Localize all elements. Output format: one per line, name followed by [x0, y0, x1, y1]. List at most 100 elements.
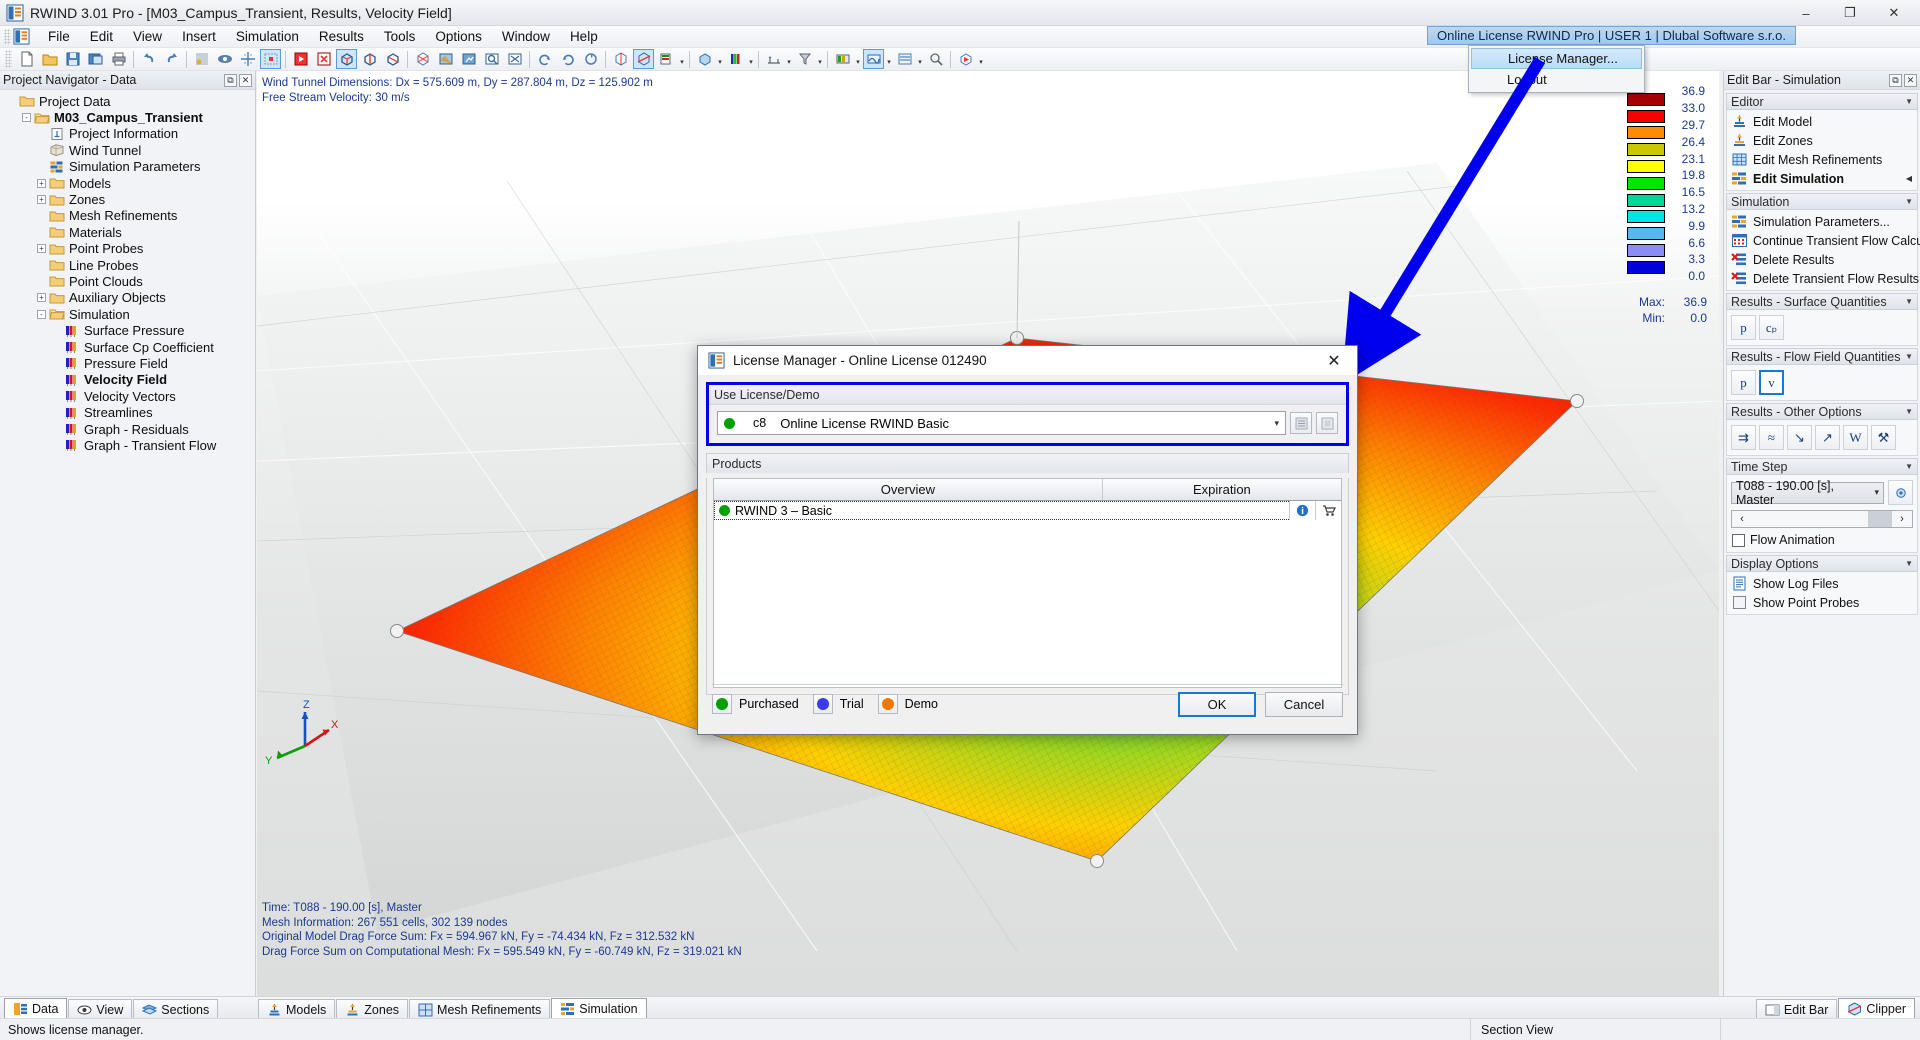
results-colors-dropdown-arrow[interactable]: ▾: [747, 49, 755, 69]
display-style-dropdown-arrow[interactable]: ▾: [716, 49, 724, 69]
group-header-display-options[interactable]: Display Options ▼: [1726, 555, 1918, 572]
product-info-button[interactable]: [1289, 501, 1315, 520]
menu-options[interactable]: Options: [425, 27, 492, 46]
undo-icon[interactable]: [138, 49, 159, 69]
flow-animation-checkbox[interactable]: [1732, 533, 1745, 547]
tree-item-project-data[interactable]: Project Data: [4, 93, 255, 109]
open-file-icon[interactable]: [39, 49, 60, 69]
navigator-pin-button[interactable]: ⧉: [224, 73, 237, 87]
product-cart-button[interactable]: [1315, 501, 1341, 520]
surface-results-dropdown-arrow[interactable]: ▾: [854, 49, 862, 69]
chevron-down-icon[interactable]: ▼: [1905, 297, 1913, 306]
tree-item-streamlines[interactable]: Streamlines: [4, 404, 255, 420]
menu-window[interactable]: Window: [492, 27, 560, 46]
tab-sections[interactable]: Sections: [133, 999, 219, 1019]
redo-icon[interactable]: [161, 49, 182, 69]
chevron-down-icon[interactable]: ▼: [1905, 97, 1913, 106]
animation-dropdown-arrow[interactable]: ▾: [977, 49, 985, 69]
show-model-icon[interactable]: [290, 49, 311, 69]
cancel-button[interactable]: Cancel: [1265, 692, 1343, 717]
chevron-down-icon[interactable]: ▼: [1905, 352, 1913, 361]
edit-bar-item-delete-transient-flow-results[interactable]: Delete Transient Flow Results...: [1727, 269, 1920, 288]
animation-icon[interactable]: [955, 49, 976, 69]
edit-bar-pin-button[interactable]: ⧉: [1889, 73, 1902, 87]
dialog-close-button[interactable]: ✕: [1317, 347, 1351, 375]
save-all-icon[interactable]: [85, 49, 106, 69]
tab-models[interactable]: Models: [258, 999, 336, 1019]
flow-velocity-button[interactable]: v: [1759, 370, 1784, 395]
save-icon[interactable]: [62, 49, 83, 69]
menu-view[interactable]: View: [123, 27, 172, 46]
menu-item-logout[interactable]: Logout: [1471, 69, 1642, 90]
render-icon[interactable]: [458, 49, 479, 69]
time-step-dropdown[interactable]: T088 - 190.00 [s], Master ▾: [1731, 479, 1884, 507]
menu-file[interactable]: File: [38, 27, 80, 46]
view-front-icon[interactable]: [359, 49, 380, 69]
rotate-left-icon[interactable]: [534, 49, 555, 69]
edit-bar-item-show-log-files[interactable]: Show Log Files: [1727, 574, 1917, 593]
color-palette-dropdown-arrow[interactable]: ▾: [678, 49, 686, 69]
view-iso-icon[interactable]: [336, 49, 357, 69]
object-snap-icon[interactable]: [214, 49, 235, 69]
close-button[interactable]: ✕: [1872, 1, 1916, 25]
expand-icon[interactable]: +: [34, 175, 49, 191]
menu-insert[interactable]: Insert: [172, 27, 226, 46]
time-step-thumb[interactable]: [1868, 511, 1892, 527]
group-header-results-flow-field-quantities[interactable]: Results - Flow Field Quantities ▼: [1726, 348, 1918, 365]
menu-results[interactable]: Results: [309, 27, 374, 46]
measure-dropdown-arrow[interactable]: ▾: [785, 49, 793, 69]
chevron-down-icon[interactable]: ▼: [1905, 462, 1913, 471]
tree-item-graph-residuals[interactable]: Graph - Residuals: [4, 421, 255, 437]
flow-pressure-button[interactable]: p: [1731, 370, 1756, 395]
tree-item-velocity-vectors[interactable]: Velocity Vectors: [4, 388, 255, 404]
expand-icon[interactable]: +: [34, 290, 49, 306]
edit-bar-item-simulation-parameters[interactable]: Simulation Parameters...: [1727, 212, 1917, 231]
table-row[interactable]: RWIND 3 – Basic: [714, 501, 1341, 520]
menu-item-license-manager[interactable]: License Manager...: [1471, 48, 1642, 69]
expand-icon[interactable]: +: [34, 241, 49, 257]
select-mode-icon[interactable]: [260, 49, 281, 69]
tree-item-graph-transient-flow[interactable]: Graph - Transient Flow: [4, 437, 255, 453]
tab-mesh-refinements[interactable]: Mesh Refinements: [409, 999, 551, 1019]
chevron-down-icon[interactable]: ▼: [1905, 197, 1913, 206]
graph-transient-button[interactable]: ↗: [1815, 425, 1840, 450]
tab-data[interactable]: Data: [4, 998, 68, 1019]
group-header-editor[interactable]: Editor ▼: [1726, 93, 1918, 110]
time-step-settings-button[interactable]: [1888, 480, 1913, 505]
menu-help[interactable]: Help: [560, 27, 608, 46]
menu-grip[interactable]: [4, 28, 11, 45]
tree-item-mesh-refinements[interactable]: Mesh Refinements: [4, 208, 255, 224]
results-colors-icon[interactable]: [725, 49, 746, 69]
chevron-down-icon[interactable]: ▾: [1274, 418, 1279, 429]
tree-item-point-probes[interactable]: + Point Probes: [4, 241, 255, 257]
wireframe-icon[interactable]: [412, 49, 433, 69]
probe-icon[interactable]: [925, 49, 946, 69]
edit-bar-item-continue-transient-flow-calculat[interactable]: Continue Transient Flow Calculat...: [1727, 231, 1920, 250]
flow-animation-row[interactable]: Flow Animation: [1727, 530, 1917, 550]
tab-simulation[interactable]: Simulation: [551, 998, 647, 1019]
tree-item-surface-cp-coefficient[interactable]: Surface Cp Coefficient: [4, 339, 255, 355]
display-style-icon[interactable]: [694, 49, 715, 69]
hide-model-icon[interactable]: [313, 49, 334, 69]
pressure-p-button[interactable]: p: [1731, 315, 1756, 340]
tree-item-point-clouds[interactable]: Point Clouds: [4, 273, 255, 289]
tab-clipper[interactable]: Clipper: [1838, 998, 1915, 1019]
group-header-results-other-options[interactable]: Results - Other Options ▼: [1726, 403, 1918, 420]
toolbar-grip-1[interactable]: [5, 50, 12, 68]
time-step-next-button[interactable]: ›: [1892, 513, 1912, 525]
tree-item-materials[interactable]: Materials: [4, 224, 255, 240]
tree-item-m03-campus-transient[interactable]: - M03_Campus_Transient: [4, 109, 255, 125]
tree-item-velocity-field[interactable]: Velocity Field: [4, 372, 255, 388]
shaded-icon[interactable]: [435, 49, 456, 69]
minimize-button[interactable]: –: [1784, 1, 1828, 25]
time-step-prev-button[interactable]: ‹: [1732, 513, 1752, 525]
surface-results-icon[interactable]: [832, 49, 853, 69]
tab-view[interactable]: View: [68, 999, 133, 1019]
tree-item-surface-pressure[interactable]: Surface Pressure: [4, 322, 255, 338]
license-refresh-button[interactable]: [1316, 412, 1338, 434]
navigator-close-button[interactable]: ✕: [239, 73, 252, 87]
time-step-track[interactable]: [1752, 511, 1892, 527]
print-icon[interactable]: [108, 49, 129, 69]
expand-icon[interactable]: +: [34, 192, 49, 208]
license-dropdown[interactable]: c8 Online License RWIND Basic ▾: [717, 411, 1286, 435]
